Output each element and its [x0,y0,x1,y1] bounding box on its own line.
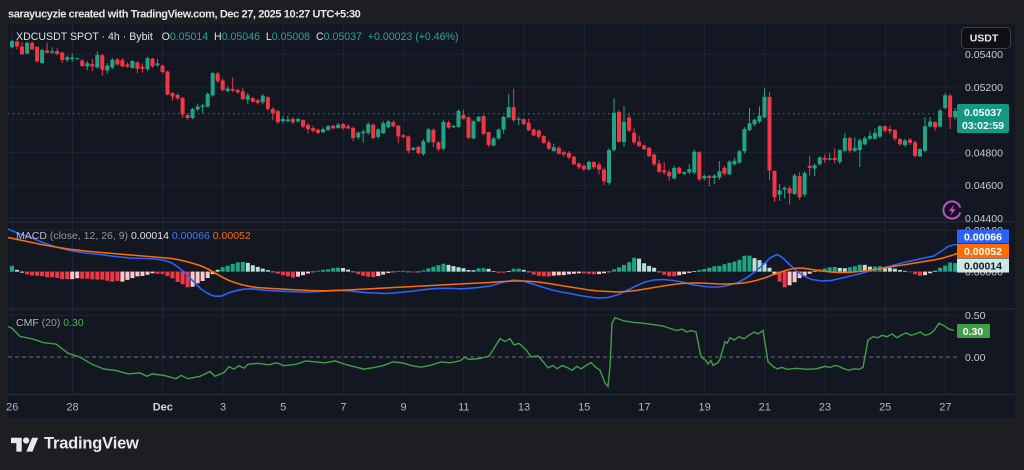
svg-text:27: 27 [939,402,951,414]
svg-text:0.05400: 0.05400 [965,49,1003,61]
svg-text:Dec: Dec [153,402,173,414]
svg-text:26: 26 [6,402,18,414]
svg-text:USDT: USDT [970,33,999,45]
svg-text:5: 5 [280,402,286,414]
svg-text:3: 3 [220,402,226,414]
svg-text:MACD (close, 12, 26, 9) 0.000: MACD (close, 12, 26, 9) 0.00014 0.00066 … [16,230,251,242]
svg-text:0.04800: 0.04800 [965,147,1003,159]
svg-text:17: 17 [638,402,650,414]
svg-text:CMF (20) 0.30: CMF (20) 0.30 [16,317,84,329]
svg-text:25: 25 [879,402,891,414]
svg-text:15: 15 [578,402,590,414]
svg-text:28: 28 [66,402,78,414]
svg-text:0.00066: 0.00066 [964,232,1002,244]
svg-text:9: 9 [401,402,407,414]
svg-text:TradingView: TradingView [44,435,139,453]
svg-text:21: 21 [759,402,771,414]
svg-text:13: 13 [518,402,530,414]
svg-text:23: 23 [819,402,831,414]
svg-text:0.50: 0.50 [965,310,986,322]
svg-text:0.05037: 0.05037 [964,107,1002,119]
svg-text:11: 11 [458,402,469,414]
svg-text:sarayucyzie created with Tradi: sarayucyzie created with TradingView.com… [8,9,361,21]
svg-text:0.30: 0.30 [963,326,984,338]
svg-text:03:02:59: 03:02:59 [962,120,1004,132]
svg-text:0.00014: 0.00014 [964,261,1002,273]
svg-text:7: 7 [340,402,346,414]
svg-text:0.00052: 0.00052 [964,246,1002,258]
svg-text:0.04600: 0.04600 [965,180,1003,192]
svg-text:0.05200: 0.05200 [965,82,1003,94]
svg-text:XDCUSDT SPOT · 4h · Bybit O0: XDCUSDT SPOT · 4h · Bybit O0.05014 H0.05… [16,31,459,43]
svg-text:0.00: 0.00 [965,352,986,364]
svg-text:0.04400: 0.04400 [965,213,1003,225]
svg-text:19: 19 [698,402,710,414]
